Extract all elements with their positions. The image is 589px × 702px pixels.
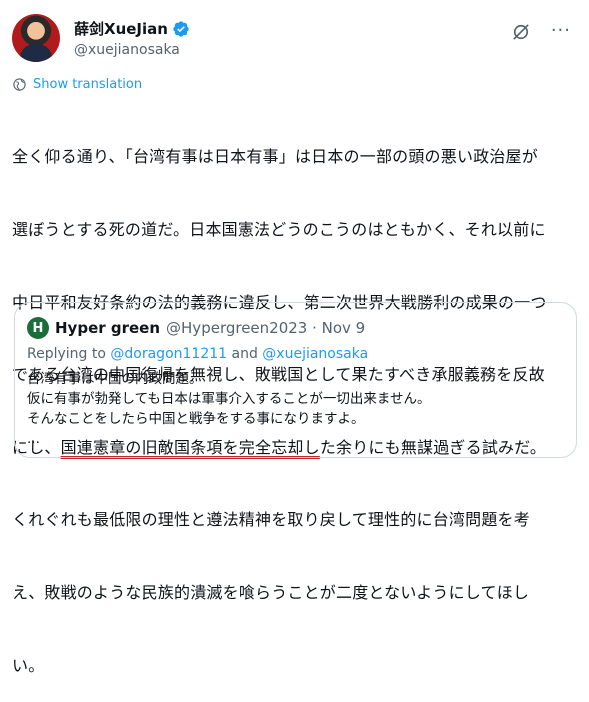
quoted-tweet-ellipsis: ...: [27, 431, 40, 447]
quoted-reply-context: Replying to @doragon11211 and @xuejianos…: [27, 346, 368, 362]
author-name-row: 薛剑XueJian: [74, 18, 190, 39]
quoted-tweet-line: そんなことをしたら中国と戦争をする事になりますよ。: [27, 411, 365, 427]
quoted-tweet-line: 仮に有事が勃発しても日本は軍事介入することが一切出来ません。: [27, 391, 431, 407]
tweet-line: くれぐれも最低限の理性と遵法精神を取り戻して理性的に台湾問題を考: [12, 510, 530, 530]
author-avatar[interactable]: [12, 14, 60, 62]
tweet-line: 選ぼうとする死の道だ。日本国憲法どうのこうのはともかく、それ以前に: [12, 220, 546, 240]
reply-prefix: Replying to: [27, 346, 111, 362]
tweet-line: い。: [12, 655, 45, 675]
quoted-author-handle-time: @Hypergreen2023 · Nov 9: [166, 319, 366, 337]
reply-and: and: [227, 346, 263, 362]
quoted-tweet-header: H Hyper green @Hypergreen2023 · Nov 9: [27, 317, 365, 339]
quoted-tweet-card[interactable]: H Hyper green @Hypergreen2023 · Nov 9 Re…: [14, 302, 577, 458]
grok-icon[interactable]: [511, 22, 531, 42]
author-display-name[interactable]: 薛剑XueJian: [74, 18, 168, 39]
quoted-tweet-line: 台湾有事は中国の内政問題。: [27, 371, 203, 387]
reply-mention: @doragon11211: [110, 346, 228, 362]
author-handle[interactable]: @xuejianosaka: [74, 42, 180, 58]
globe-icon: [13, 78, 26, 91]
tweet-header: 薛剑XueJian @xuejianosaka ···: [12, 10, 577, 66]
quoted-tweet-body: 台湾有事は中国の内政問題。 仮に有事が勃発しても日本は軍事介入することが一切出来…: [27, 369, 431, 449]
tweet-line: え、敗戦のような民族的潰滅を喰らうことが二度とないようにしてほし: [12, 583, 530, 603]
quoted-author-name: Hyper green: [55, 319, 161, 337]
more-options-icon[interactable]: ···: [551, 22, 571, 40]
show-translation-row[interactable]: Show translation: [12, 77, 142, 92]
tweet-line: 全く仰る通り、「台湾有事は日本有事」は日本の一部の頭の悪い政治屋が: [12, 147, 538, 167]
verified-badge-icon: [173, 20, 189, 37]
quoted-author-avatar: H: [27, 317, 49, 339]
show-translation-link[interactable]: Show translation: [33, 77, 142, 92]
reply-mention: @xuejianosaka: [262, 346, 369, 362]
